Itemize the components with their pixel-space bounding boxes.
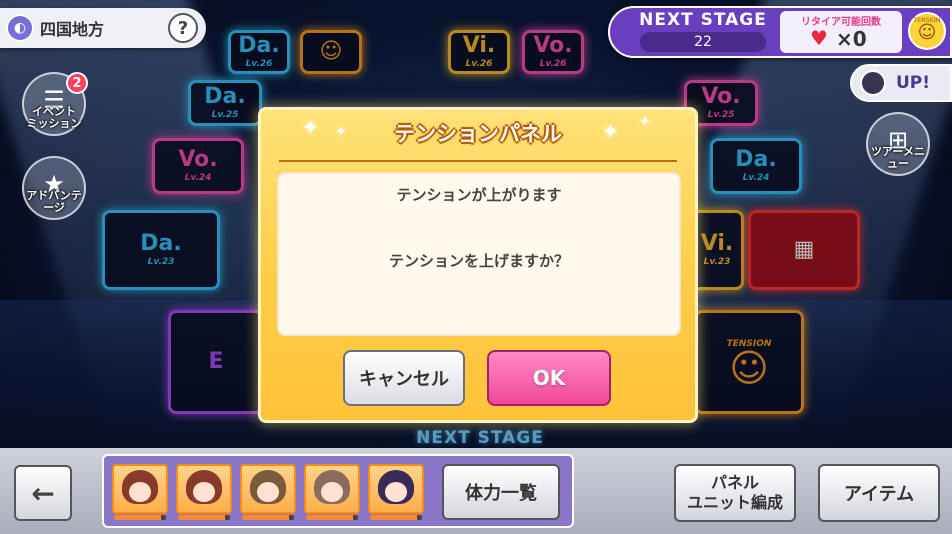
region-icon: ◐ — [6, 14, 34, 42]
member-portrait — [176, 464, 232, 514]
member-portrait — [240, 464, 296, 514]
member-portrait — [368, 464, 424, 514]
notification-badge: 2 — [66, 72, 88, 94]
advantage-label: アドバンテージ — [26, 188, 82, 214]
retire-count: ×0 — [836, 27, 867, 51]
heart-icon: ♥ — [810, 26, 828, 50]
advantage-button[interactable]: ★ アドバンテージ — [22, 156, 86, 220]
stamina-fill — [242, 515, 289, 520]
cancel-button[interactable]: キャンセル — [343, 350, 465, 406]
tension-panel-dialog: ✦ ✦ ✦ ✦ テンションパネル テンションが上がります テンションを上げますか… — [258, 107, 698, 423]
member-face — [257, 482, 279, 502]
help-button[interactable]: ? — [168, 13, 198, 43]
up-label: UP! — [896, 73, 931, 93]
stamina-bar — [306, 515, 358, 520]
item-button[interactable]: アイテム — [818, 464, 940, 522]
dialog-divider — [279, 160, 677, 162]
unit-member[interactable] — [240, 464, 296, 520]
ok-button[interactable]: OK — [487, 350, 611, 406]
stamina-bar — [178, 515, 230, 520]
dialog-message: テンションが上がります — [396, 186, 562, 204]
dialog-title: テンションパネル — [394, 122, 562, 146]
member-face — [321, 482, 343, 502]
unit-member[interactable] — [368, 464, 424, 520]
stamina-fill — [370, 515, 417, 520]
retire-panel: リタイア可能回数 ♥ ×0 — [780, 11, 902, 53]
stamina-fill — [178, 515, 225, 520]
panel-unit-button[interactable]: パネル ユニット編成 — [674, 464, 796, 522]
idol-up-button[interactable]: UP! — [850, 64, 952, 102]
stamina-bar — [242, 515, 294, 520]
event-mission-button[interactable]: ☰ イベント ミッション 2 — [22, 72, 88, 136]
back-button[interactable]: ← — [14, 465, 72, 521]
dialog-body: テンションが上がります テンションを上げますか？ — [277, 172, 681, 336]
unit-member[interactable] — [176, 464, 232, 520]
stamina-list-button[interactable]: 体力一覧 — [442, 464, 560, 520]
retire-label: リタイア可能回数 — [801, 17, 881, 28]
stage-info-panel: NEXT STAGE 22 リタイア可能回数 ♥ ×0 TENSION ☺ — [608, 6, 952, 58]
unit-member[interactable] — [112, 464, 168, 520]
stamina-fill — [306, 515, 353, 520]
next-stage-title: NEXT STAGE — [639, 10, 767, 30]
tour-menu-label: ツアーメニュー — [871, 144, 925, 170]
region-name: 四国地方 — [40, 20, 105, 39]
stamina-bar — [370, 515, 422, 520]
member-face — [193, 482, 215, 502]
tension-smile-icon: ☺ — [917, 22, 937, 43]
tension-meter: TENSION ☺ — [908, 12, 946, 50]
stage-number: 22 — [640, 32, 766, 52]
dialog-question: テンションを上げますか？ — [388, 252, 569, 270]
member-face — [129, 482, 151, 502]
member-portrait — [112, 464, 168, 514]
event-mission-label: イベント ミッション — [26, 104, 82, 130]
member-portrait — [304, 464, 360, 514]
tour-menu-button[interactable]: ⊞ ツアーメニュー — [866, 112, 930, 176]
avatar — [860, 70, 886, 96]
unit-member[interactable] — [304, 464, 360, 520]
member-face — [385, 482, 407, 502]
region-header: ◐ 四国地方 ? — [0, 8, 206, 48]
unit-tray: 体力一覧 — [102, 454, 574, 528]
bottom-bar: ← 体力一覧 パネル ユニット編成 アイテム — [0, 448, 952, 534]
stamina-fill — [114, 515, 161, 520]
stamina-bar — [114, 515, 166, 520]
